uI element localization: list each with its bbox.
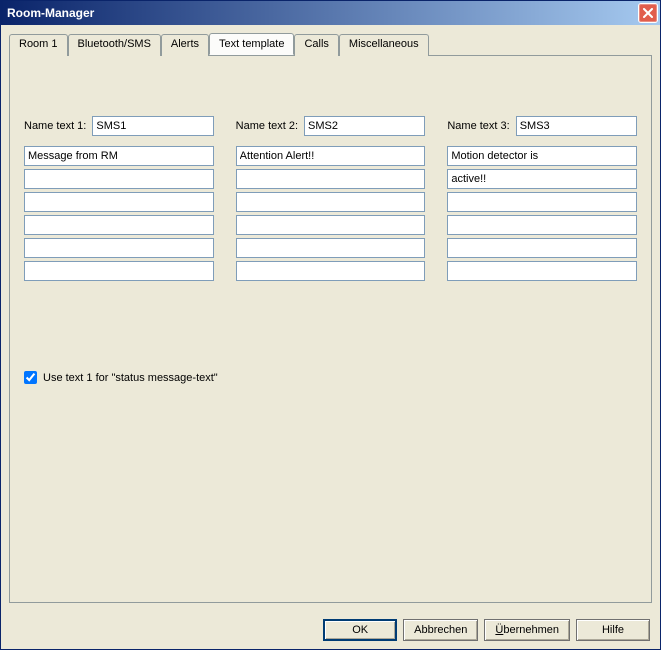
name-text-input-3[interactable]: [516, 116, 637, 136]
template-lines-3: [447, 146, 637, 281]
tab-alerts[interactable]: Alerts: [161, 34, 209, 56]
dialog-button-row: OK Abbrechen Übernehmen Hilfe: [1, 611, 660, 649]
text-template-column-1: Name text 1:: [24, 116, 214, 281]
template-3-line-5[interactable]: [447, 238, 637, 258]
window: Room-Manager Room 1Bluetooth/SMSAlertsTe…: [0, 0, 661, 650]
tab-panel-text-template: Name text 1: Name text 2: Name text 3: Use…: [9, 55, 652, 603]
template-lines-2: [236, 146, 426, 281]
template-2-line-2[interactable]: [236, 169, 426, 189]
window-title: Room-Manager: [7, 6, 94, 20]
tab-calls[interactable]: Calls: [294, 34, 338, 56]
template-1-line-3[interactable]: [24, 192, 214, 212]
name-row-2: Name text 2:: [236, 116, 426, 136]
apply-button[interactable]: Übernehmen: [484, 619, 570, 641]
template-3-line-4[interactable]: [447, 215, 637, 235]
tab-room-1[interactable]: Room 1: [9, 34, 68, 56]
tab-bluetooth-sms[interactable]: Bluetooth/SMS: [68, 34, 161, 56]
template-3-line-3[interactable]: [447, 192, 637, 212]
text-template-columns: Name text 1: Name text 2: Name text 3:: [24, 116, 637, 281]
use-text1-checkbox[interactable]: [24, 371, 37, 384]
titlebar: Room-Manager: [1, 1, 660, 25]
template-2-line-4[interactable]: [236, 215, 426, 235]
name-row-3: Name text 3:: [447, 116, 637, 136]
template-1-line-4[interactable]: [24, 215, 214, 235]
tab-text-template[interactable]: Text template: [209, 33, 294, 55]
template-2-line-6[interactable]: [236, 261, 426, 281]
client-area: Room 1Bluetooth/SMSAlertsText templateCa…: [1, 25, 660, 611]
name-text-label-3: Name text 3:: [447, 120, 509, 132]
template-2-line-3[interactable]: [236, 192, 426, 212]
template-1-line-2[interactable]: [24, 169, 214, 189]
template-1-line-5[interactable]: [24, 238, 214, 258]
ok-button[interactable]: OK: [323, 619, 397, 641]
name-row-1: Name text 1:: [24, 116, 214, 136]
template-1-line-1[interactable]: [24, 146, 214, 166]
template-3-line-2[interactable]: [447, 169, 637, 189]
template-3-line-1[interactable]: [447, 146, 637, 166]
help-button[interactable]: Hilfe: [576, 619, 650, 641]
close-icon: [643, 8, 653, 18]
name-text-input-2[interactable]: [304, 116, 425, 136]
name-text-label-1: Name text 1:: [24, 120, 86, 132]
tabstrip: Room 1Bluetooth/SMSAlertsText templateCa…: [9, 33, 652, 55]
name-text-label-2: Name text 2:: [236, 120, 298, 132]
text-template-column-3: Name text 3:: [447, 116, 637, 281]
template-3-line-6[interactable]: [447, 261, 637, 281]
template-lines-1: [24, 146, 214, 281]
apply-rest: bernehmen: [503, 624, 559, 636]
tab-miscellaneous[interactable]: Miscellaneous: [339, 34, 429, 56]
cancel-button[interactable]: Abbrechen: [403, 619, 478, 641]
close-button[interactable]: [638, 3, 658, 23]
template-2-line-1[interactable]: [236, 146, 426, 166]
name-text-input-1[interactable]: [92, 116, 213, 136]
template-2-line-5[interactable]: [236, 238, 426, 258]
template-1-line-6[interactable]: [24, 261, 214, 281]
use-text1-checkbox-row: Use text 1 for "status message-text": [24, 371, 637, 384]
text-template-column-2: Name text 2:: [236, 116, 426, 281]
use-text1-checkbox-label[interactable]: Use text 1 for "status message-text": [43, 372, 218, 384]
